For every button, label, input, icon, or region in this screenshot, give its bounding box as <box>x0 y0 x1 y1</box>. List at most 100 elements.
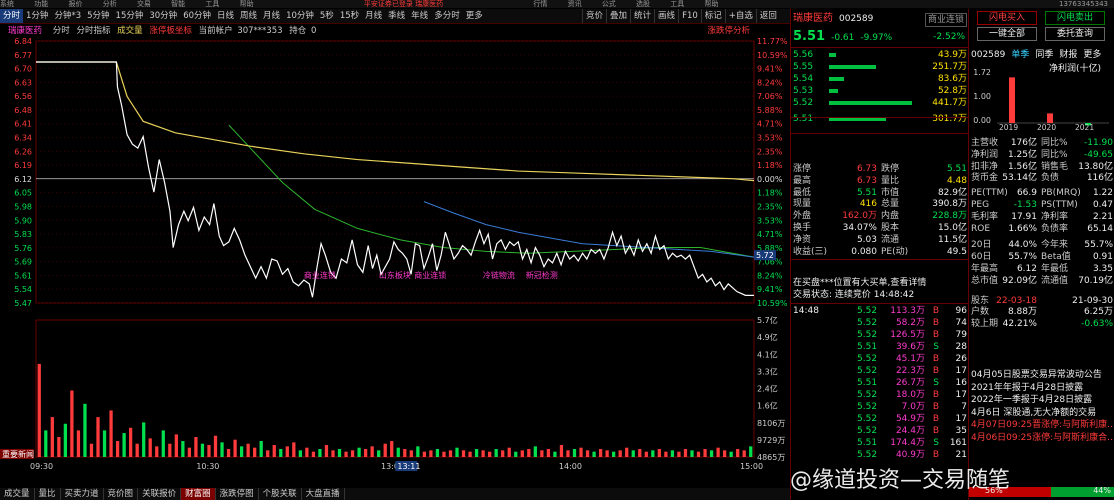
industry-badge[interactable]: 商业连锁 <box>924 13 967 27</box>
bottom-tab[interactable]: 涨跌停图 <box>216 488 259 500</box>
order-book-level[interactable]: 5.54 83.6万 <box>791 73 969 85</box>
indicator-tab[interactable]: 成交量 <box>0 488 35 500</box>
period-tab[interactable]: 周线 <box>237 9 260 23</box>
concept-annotation[interactable]: 新冠检测 <box>526 270 558 280</box>
news-item[interactable]: 04月05日股票交易异常波动公告 <box>969 369 1114 381</box>
bottom-tab[interactable]: 关联报价 <box>138 488 182 500</box>
period-tab[interactable]: 60分钟 <box>180 9 214 23</box>
fund-tab[interactable]: 单季 <box>1011 50 1029 60</box>
menu-item[interactable]: 分析 <box>103 0 117 8</box>
concept-annotation[interactable]: 商业连锁 <box>414 270 446 280</box>
news-item[interactable]: 4月07日09:25晋涨停:与阿斯利康... <box>969 419 1114 431</box>
tool-button[interactable]: 画线 <box>654 9 678 23</box>
divider <box>791 259 969 260</box>
flash-sell-button[interactable]: 闪电卖出 <box>1045 11 1105 25</box>
order-book-level[interactable]: 5.52 441.7万 <box>791 97 969 109</box>
volume-bar <box>598 449 603 457</box>
info-item[interactable]: 分时指标 <box>76 26 110 36</box>
period-tab[interactable]: 月线 <box>260 9 283 23</box>
menu-item[interactable]: 智能 <box>171 0 185 8</box>
news-item[interactable]: 2022年一季报于4月28日披露 <box>969 394 1114 406</box>
menu-item[interactable]: 交易 <box>137 0 151 8</box>
period-tab[interactable]: 15秒 <box>337 9 362 23</box>
order-book-level[interactable]: 5.51 301.7万 <box>791 113 969 125</box>
period-tab[interactable]: 10分钟 <box>283 9 317 23</box>
divider <box>791 117 969 118</box>
order-book-level[interactable]: 5.55 251.7万 <box>791 61 969 73</box>
concept-annotation[interactable]: 山东板块 <box>379 270 411 280</box>
info-item[interactable]: 成交量 <box>117 26 143 36</box>
menu-item[interactable]: 帮助 <box>240 0 254 8</box>
period-tab[interactable]: 更多 <box>463 9 486 23</box>
indicator-tab[interactable]: 买卖力道 <box>61 488 104 500</box>
bottom-tab[interactable]: 大盘直播 <box>302 488 345 500</box>
menu-item[interactable]: 系统 <box>0 0 14 8</box>
bottom-tab[interactable]: 财富圈 <box>181 488 216 500</box>
tool-button[interactable]: 竞价 <box>582 9 606 23</box>
fund-value: 70.19亿 <box>1078 275 1113 286</box>
tool-button[interactable]: F10 <box>678 9 701 23</box>
fund-row: 主营收 176亿 同比% -11.90 <box>969 137 1114 149</box>
period-tab[interactable]: 日线 <box>214 9 237 23</box>
chart-svg[interactable]: 6.84 11.77% 6.77 10.59% 6.70 9.41% 6.63 8.24% 6.… <box>0 37 790 487</box>
period-tab[interactable]: 季线 <box>385 9 408 23</box>
stat-row: 外盘 162.0万 内盘 228.8万 <box>791 210 969 222</box>
tool-button[interactable]: 叠加 <box>606 9 630 23</box>
fund-tab[interactable]: 更多 <box>1083 50 1101 60</box>
period-tab[interactable]: 分钟*3 <box>51 9 84 23</box>
concept-annotation[interactable]: 商业连锁 <box>304 270 336 280</box>
order-book-level[interactable]: 5.56 43.9万 <box>791 49 969 61</box>
indicator-tab[interactable]: 竞价图 <box>104 488 139 500</box>
tool-button[interactable]: 标记 <box>700 9 725 23</box>
menu-item[interactable]: 行情 <box>533 0 547 8</box>
fund-row: 扣非净 1.56亿 销售毛 13.80亿 <box>969 161 1114 173</box>
volume-bar <box>749 446 753 457</box>
menu-item[interactable]: 工具 <box>670 0 684 8</box>
fund-tab[interactable]: 财报 <box>1059 50 1077 60</box>
tick-volume: 24.4万 <box>895 426 925 436</box>
period-tab[interactable]: 年线 <box>408 9 431 23</box>
menu-item[interactable]: 工具 <box>205 0 219 8</box>
news-item[interactable]: 4月06日09:25涨停:与阿斯利康合... <box>969 432 1114 444</box>
stat-label: 涨停 <box>793 164 812 174</box>
info-item[interactable]: 涨停板坐标 <box>149 26 192 36</box>
menu-item[interactable]: 报价 <box>68 0 82 8</box>
menu-item[interactable]: 公式 <box>602 0 616 8</box>
period-tab[interactable]: 月线 <box>362 9 385 23</box>
news-item[interactable]: 4月6日 深股通,无大净额的交易 <box>969 407 1114 419</box>
pct-tick-label: 10.59% <box>757 51 788 60</box>
info-item[interactable]: 分时 <box>53 26 70 36</box>
period-tab[interactable]: 5分钟 <box>84 9 112 23</box>
period-tab[interactable]: 5秒 <box>317 9 337 23</box>
tool-button[interactable]: 统计 <box>630 9 654 23</box>
period-tab[interactable]: 多分时 <box>431 9 463 23</box>
news-item[interactable]: 2021年年报于4月28日披露 <box>969 382 1114 394</box>
indicator-tab[interactable]: 量比 <box>35 488 61 500</box>
period-tab[interactable]: 分时 <box>0 9 24 23</box>
volume-bar <box>644 451 648 457</box>
volume-bar <box>207 445 211 457</box>
news-badge-text[interactable]: 重要新闻 <box>2 449 34 459</box>
tool-button[interactable]: +自选 <box>724 9 756 23</box>
period-tab[interactable]: 1分钟 <box>23 9 51 23</box>
concept-annotation[interactable]: 冷链物流 <box>483 270 515 280</box>
order-book-level[interactable]: 5.53 52.8万 <box>791 85 969 97</box>
menu-item[interactable]: 选股 <box>636 0 650 8</box>
bottom-tab[interactable]: 个股关联 <box>259 488 302 500</box>
menu-item[interactable]: 资讯 <box>568 0 582 8</box>
one-click-all-button[interactable]: 一键全部 <box>977 27 1037 41</box>
volume-bar <box>442 451 446 457</box>
tick-row: 5.51 174.4万 S 161 <box>791 437 969 449</box>
intraday-chart[interactable]: 6.84 11.77% 6.77 10.59% 6.70 9.41% 6.63 8.24% 6.… <box>0 37 790 471</box>
flash-buy-button[interactable]: 闪电买入 <box>977 11 1037 25</box>
order-query-button[interactable]: 委托查询 <box>1045 27 1105 41</box>
fund-tab[interactable]: 同季 <box>1035 50 1053 60</box>
period-tab[interactable]: 15分钟 <box>113 9 147 23</box>
period-tab[interactable]: 30分钟 <box>146 9 180 23</box>
tick-price: 5.51 <box>857 438 878 448</box>
menu-item[interactable]: 帮助 <box>705 0 719 8</box>
menu-item[interactable]: 功能 <box>34 0 48 8</box>
big-order-notice[interactable]: 在买盘***位置有大买单,查看详情 <box>791 277 969 289</box>
limit-analysis-link[interactable]: 涨跌停分析 <box>707 25 750 37</box>
tool-button[interactable]: 返回 <box>755 9 780 23</box>
